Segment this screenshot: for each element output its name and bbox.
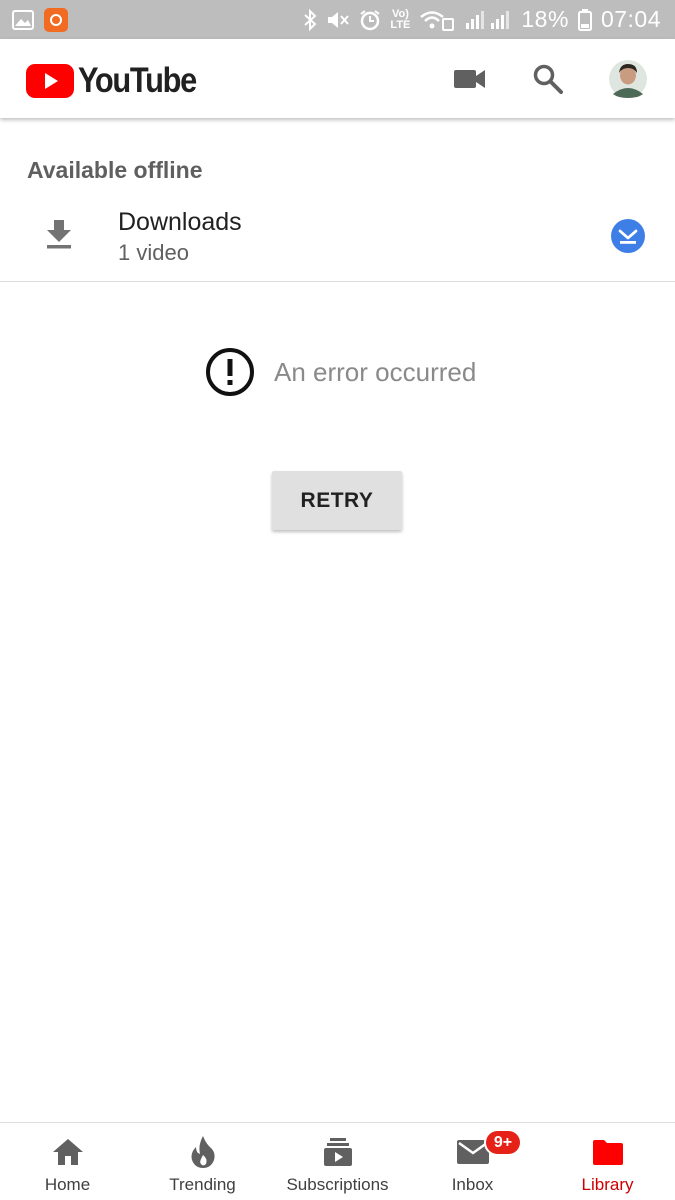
nav-inbox[interactable]: 9+ Inbox xyxy=(405,1123,540,1200)
nav-subscriptions[interactable]: Subscriptions xyxy=(270,1123,405,1200)
mute-icon xyxy=(326,9,350,31)
nav-label-inbox: Inbox xyxy=(451,1175,494,1194)
logo-text: YouTube xyxy=(78,61,197,100)
app-notification-icon xyxy=(44,7,68,32)
nav-label-trending: Trending xyxy=(169,1175,236,1194)
signal-icon xyxy=(464,9,512,31)
volte-icon: Vo) LTE xyxy=(390,7,411,31)
nav-library[interactable]: Library xyxy=(540,1123,675,1200)
upload-video-button[interactable] xyxy=(450,59,490,99)
flame-icon xyxy=(191,1136,215,1168)
video-camera-icon xyxy=(454,70,485,88)
nav-label-subscriptions: Subscriptions xyxy=(286,1175,389,1194)
bluetooth-icon xyxy=(303,8,317,31)
downloads-row[interactable]: Downloads 1 video xyxy=(0,198,675,282)
retry-button[interactable]: RETRY xyxy=(272,471,402,530)
folder-icon xyxy=(592,1140,623,1165)
youtube-logo[interactable]: YouTube xyxy=(26,61,212,101)
error-message: An error occurred xyxy=(205,347,476,397)
nav-label-home: Home xyxy=(44,1175,91,1194)
error-icon xyxy=(206,348,254,396)
subscriptions-icon xyxy=(323,1138,352,1166)
downloaded-check-icon xyxy=(611,219,645,253)
nav-home[interactable]: Home xyxy=(0,1123,135,1200)
nav-label-library: Library xyxy=(581,1175,634,1194)
downloads-count: 1 video xyxy=(118,240,189,265)
search-icon xyxy=(533,64,563,94)
download-icon xyxy=(44,218,74,255)
bottom-navigation: Home Trending Subscriptions 9+ Inbox Lib… xyxy=(0,1122,675,1200)
youtube-play-icon xyxy=(26,64,74,98)
account-avatar-button[interactable] xyxy=(608,59,648,99)
nav-trending[interactable]: Trending xyxy=(135,1123,270,1200)
downloads-title: Downloads xyxy=(118,208,242,236)
clock: 07:04 xyxy=(600,6,661,32)
status-bar: Vo) LTE 18% 07:04 xyxy=(0,0,675,39)
home-icon xyxy=(52,1139,83,1165)
error-text: An error occurred xyxy=(274,356,477,387)
gallery-notification-icon xyxy=(12,9,34,30)
wifi-icon xyxy=(419,9,455,31)
available-offline-heading: Available offline xyxy=(27,157,203,183)
battery-percent: 18% xyxy=(521,6,569,32)
battery-icon xyxy=(577,8,592,31)
alarm-icon xyxy=(359,9,381,31)
search-button[interactable] xyxy=(528,59,568,99)
avatar xyxy=(609,60,647,98)
app-header: YouTube xyxy=(0,39,675,118)
inbox-badge: 9+ xyxy=(484,1129,522,1156)
